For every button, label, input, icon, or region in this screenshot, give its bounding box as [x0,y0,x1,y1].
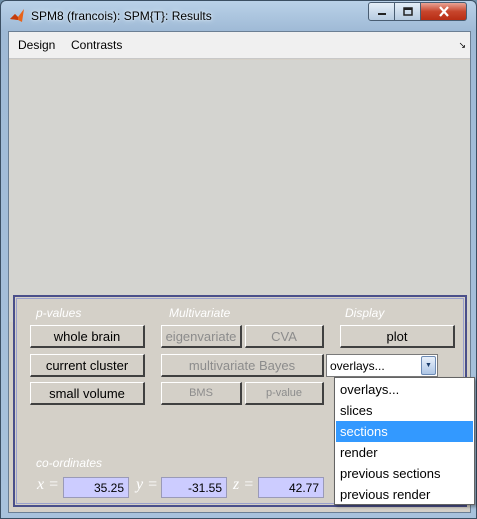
x-coordinate-label: x = [37,476,59,493]
whole-brain-button[interactable]: whole brain [30,325,145,348]
menu-dock-arrow-icon[interactable]: ↘ [458,40,466,51]
multivariate-bayes-button[interactable]: multivariate Bayes [161,354,324,377]
x-coordinate-field[interactable]: 35.25 [63,477,129,498]
dropdown-option-previous-render[interactable]: previous render [336,484,473,505]
maximize-icon [402,7,413,16]
display-overlays-popup[interactable]: overlays... ▼ [326,354,438,377]
dropdown-option-previous-sections[interactable]: previous sections [336,463,473,484]
eigenvariate-button[interactable]: eigenvariate [161,325,242,348]
y-coordinate-field[interactable]: -31.55 [161,477,227,498]
bms-button[interactable]: BMS [161,382,242,405]
dropdown-option-render[interactable]: render [336,442,473,463]
z-coordinate-label: z = [233,476,255,493]
heading-coordinates: co-ordinates [36,456,103,470]
current-cluster-button[interactable]: current cluster [30,354,145,377]
window-title: SPM8 (francois): SPM{T}: Results [31,9,212,23]
y-coordinate-label: y = [136,476,158,493]
minimize-icon [377,12,386,15]
heading-p-values: p-values [36,306,82,320]
menu-contrasts[interactable]: Contrasts [71,38,122,52]
figure-area [9,60,470,322]
overlays-dropdown-list: overlays... slices sections render previ… [334,377,475,505]
z-coordinate-field[interactable]: 42.77 [258,477,324,498]
menu-bar: Design Contrasts ↘ [9,32,470,59]
p-value-button[interactable]: p-value [245,382,324,405]
close-icon [438,6,449,17]
maximize-button[interactable] [394,2,421,21]
cva-button[interactable]: CVA [245,325,324,348]
title-bar[interactable]: SPM8 (francois): SPM{T}: Results [1,1,476,31]
heading-display: Display [345,306,385,320]
small-volume-button[interactable]: small volume [30,382,145,405]
heading-multivariate: Multivariate [169,306,231,320]
dropdown-option-slices[interactable]: slices [336,400,473,421]
matlab-icon [10,9,24,22]
plot-button[interactable]: plot [340,325,455,348]
popup-selected-value: overlays... [330,359,385,373]
menu-design[interactable]: Design [18,38,55,52]
dropdown-option-sections[interactable]: sections [336,421,473,442]
minimize-button[interactable] [368,2,395,21]
close-button[interactable] [420,2,467,21]
dropdown-arrow-icon[interactable]: ▼ [421,356,436,375]
dropdown-option-overlays[interactable]: overlays... [336,379,473,400]
